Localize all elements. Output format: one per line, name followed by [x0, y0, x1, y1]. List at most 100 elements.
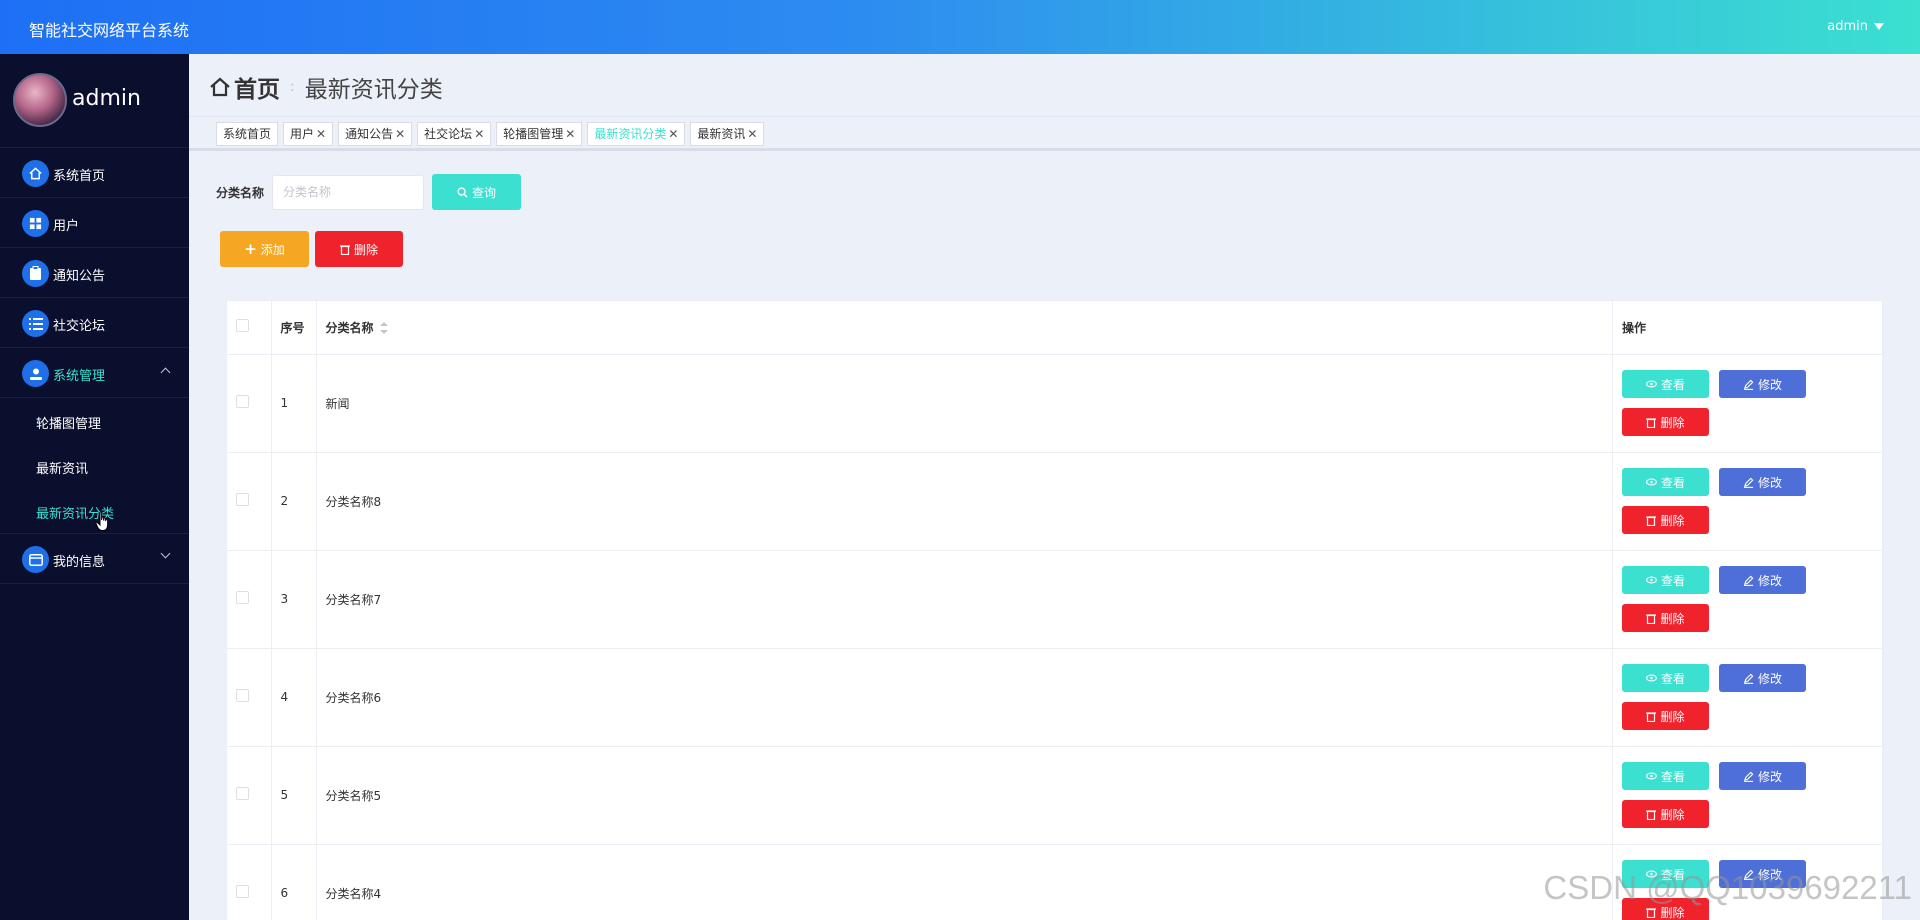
- tab-label: 最新资讯: [697, 127, 746, 141]
- search-input[interactable]: [272, 174, 425, 210]
- row-index: 4: [271, 648, 317, 747]
- top-bar: 智能社交网络平台系统 admin: [0, 0, 1920, 54]
- row-checkbox[interactable]: [236, 591, 249, 604]
- close-icon[interactable]: ✕: [395, 127, 405, 141]
- sort-icon[interactable]: [379, 322, 388, 335]
- trash-icon: [1646, 809, 1657, 820]
- delete-button-label: 删除: [1660, 709, 1685, 724]
- sidebar-subitem-news[interactable]: 最新资讯: [0, 443, 189, 488]
- tab-users[interactable]: 用户 ✕: [283, 122, 334, 146]
- delete-button[interactable]: 删除: [1622, 800, 1709, 828]
- edit-icon: [1743, 379, 1754, 390]
- tab-news-category[interactable]: 最新资讯分类 ✕: [587, 122, 686, 146]
- view-button-label: 查看: [1660, 671, 1685, 686]
- edit-button[interactable]: 修改: [1719, 566, 1806, 594]
- view-button[interactable]: 查看: [1622, 762, 1709, 790]
- tab-home[interactable]: 系统首页: [216, 122, 279, 146]
- table-row: 5 分类名称5 查看 修改 删除: [227, 746, 1883, 845]
- view-button[interactable]: 查看: [1622, 664, 1709, 692]
- delete-button-label: 删除: [1660, 415, 1685, 430]
- sidebar-item-home[interactable]: 系统首页: [0, 148, 189, 198]
- list-icon: [22, 310, 49, 337]
- close-icon[interactable]: ✕: [316, 127, 326, 141]
- close-icon[interactable]: ✕: [565, 127, 575, 141]
- delete-button[interactable]: 删除: [1622, 506, 1709, 534]
- row-check-cell: [227, 746, 272, 845]
- query-button[interactable]: 查询: [432, 174, 522, 210]
- table-header-row: 序号 分类名称 操作: [227, 301, 1883, 355]
- select-all-checkbox[interactable]: [236, 319, 249, 333]
- edit-button[interactable]: 修改: [1719, 664, 1806, 692]
- profile-name: admin: [72, 86, 141, 111]
- sidebar-item-label: 我的信息: [53, 555, 106, 570]
- sidebar-item-notices[interactable]: 通知公告: [0, 248, 189, 298]
- tab-label: 轮播图管理: [503, 127, 564, 141]
- tab-notices[interactable]: 通知公告 ✕: [338, 122, 413, 146]
- delete-button[interactable]: 删除: [1622, 604, 1709, 632]
- breadcrumb: 首页 : 最新资讯分类: [209, 70, 443, 104]
- tab-label: 系统首页: [223, 127, 272, 141]
- row-checkbox[interactable]: [236, 395, 249, 408]
- search-label: 分类名称: [216, 185, 265, 200]
- close-icon[interactable]: ✕: [747, 127, 757, 141]
- view-button[interactable]: 查看: [1622, 468, 1709, 496]
- add-button[interactable]: + 添加: [220, 231, 309, 267]
- search-form: 分类名称 查询: [216, 174, 522, 210]
- table-row: 3 分类名称7 查看 修改 删除: [227, 550, 1883, 649]
- header-name-cell[interactable]: 分类名称: [316, 301, 1613, 355]
- close-icon[interactable]: ✕: [474, 127, 484, 141]
- sidebar-subitem-label: 最新资讯: [36, 462, 89, 477]
- home-icon: [210, 77, 230, 97]
- eye-icon: [1646, 478, 1657, 486]
- view-button-label: 查看: [1660, 769, 1685, 784]
- tab-carousel[interactable]: 轮播图管理 ✕: [496, 122, 583, 146]
- row-name: 分类名称4: [316, 844, 1613, 920]
- row-check-cell: [227, 844, 272, 920]
- sidebar-item-system[interactable]: 系统管理: [0, 348, 189, 398]
- profile: admin: [0, 54, 189, 148]
- sidebar-subitem-carousel[interactable]: 轮播图管理: [0, 398, 189, 443]
- row-check-cell: [227, 648, 272, 747]
- edit-button[interactable]: 修改: [1719, 468, 1806, 496]
- user-menu[interactable]: admin: [1827, 19, 1884, 34]
- row-checkbox[interactable]: [236, 885, 249, 898]
- edit-button[interactable]: 修改: [1719, 370, 1806, 398]
- row-checkbox[interactable]: [236, 493, 249, 506]
- delete-button-label: 删除: [1660, 807, 1685, 822]
- eye-icon: [1646, 576, 1657, 584]
- chevron-down-icon: [160, 548, 171, 559]
- edit-button[interactable]: 修改: [1719, 762, 1806, 790]
- delete-button-label: 删除: [1660, 611, 1685, 626]
- tab-news[interactable]: 最新资讯 ✕: [690, 122, 765, 146]
- breadcrumb-home[interactable]: 首页: [234, 70, 280, 104]
- edit-icon: [1743, 575, 1754, 586]
- table-row: 1 新闻 查看 修改 删除: [227, 354, 1883, 453]
- view-button-label: 查看: [1660, 475, 1685, 490]
- query-button-label: 查询: [472, 185, 497, 200]
- caret-down-icon: [1874, 23, 1884, 30]
- delete-button[interactable]: 删除: [1622, 408, 1709, 436]
- trash-icon: [339, 244, 350, 255]
- delete-button[interactable]: 删除: [1622, 702, 1709, 730]
- row-checkbox[interactable]: [236, 689, 249, 702]
- sidebar-item-users[interactable]: 用户: [0, 198, 189, 248]
- view-button[interactable]: 查看: [1622, 566, 1709, 594]
- row-name: 分类名称7: [316, 550, 1613, 649]
- add-button-label: 添加: [260, 242, 285, 257]
- tab-forum[interactable]: 社交论坛 ✕: [417, 122, 492, 146]
- row-check-cell: [227, 354, 272, 453]
- row-checkbox[interactable]: [236, 787, 249, 800]
- tab-label: 社交论坛: [424, 127, 473, 141]
- eye-icon: [1646, 772, 1657, 780]
- batch-delete-button[interactable]: 删除: [315, 231, 403, 267]
- select-all-cell: [227, 301, 272, 355]
- user-menu-label: admin: [1827, 19, 1868, 34]
- close-icon[interactable]: ✕: [668, 127, 678, 141]
- sidebar-item-forum[interactable]: 社交论坛: [0, 298, 189, 348]
- view-button[interactable]: 查看: [1622, 370, 1709, 398]
- row-ops: 查看 修改删除: [1612, 648, 1883, 747]
- sidebar-item-label: 系统首页: [53, 169, 106, 184]
- delete-button-label: 删除: [1660, 513, 1685, 528]
- sidebar-item-my-info[interactable]: 我的信息: [0, 534, 189, 584]
- row-name: 分类名称8: [316, 452, 1613, 551]
